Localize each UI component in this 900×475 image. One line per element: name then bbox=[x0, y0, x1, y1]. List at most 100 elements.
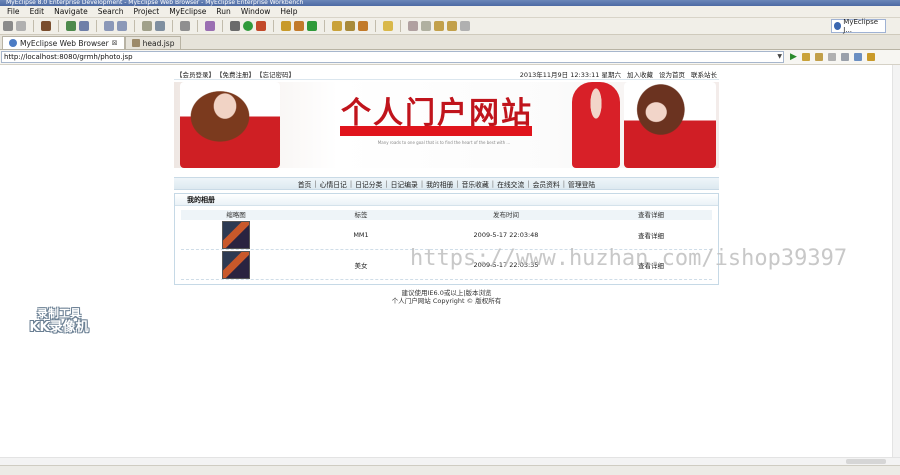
contact-link[interactable]: 联系站长 bbox=[691, 69, 717, 79]
toolbar-separator bbox=[273, 20, 274, 32]
edit-icon[interactable] bbox=[345, 21, 355, 31]
nav-music[interactable]: 音乐收藏 bbox=[462, 179, 489, 189]
wizard-icon[interactable] bbox=[104, 21, 114, 31]
add-favorite-link[interactable]: 加入收藏 bbox=[627, 69, 653, 79]
nav-mood-diary[interactable]: 心情日记 bbox=[320, 179, 347, 189]
forward-icon[interactable] bbox=[827, 53, 836, 61]
watermark-text: https://www.huzhan.com/ishop39397 bbox=[410, 246, 848, 271]
forward-icon[interactable] bbox=[460, 21, 470, 31]
jsp-icon[interactable] bbox=[294, 21, 304, 31]
last-edit-icon[interactable] bbox=[434, 21, 444, 31]
nav-chat[interactable]: 在线交流 bbox=[497, 179, 524, 189]
nav-member-info[interactable]: 会员资料 bbox=[533, 179, 560, 189]
console-icon[interactable] bbox=[180, 21, 190, 31]
menu-search[interactable]: Search bbox=[93, 7, 129, 16]
refresh-icon[interactable] bbox=[853, 53, 862, 61]
menu-run[interactable]: Run bbox=[211, 7, 235, 16]
table-header: 缩略图 标签 发布时间 查看详细 bbox=[181, 210, 712, 220]
back-icon[interactable] bbox=[447, 21, 457, 31]
photo-thumbnail[interactable] bbox=[222, 250, 250, 279]
deploy-icon[interactable] bbox=[66, 21, 76, 31]
header-details: 查看详细 bbox=[638, 211, 664, 219]
view-details-link[interactable]: 查看详细 bbox=[581, 230, 721, 240]
date-text: 2013年11月9日 12:33:11 星期六 bbox=[519, 70, 621, 79]
open-resource-icon[interactable] bbox=[155, 21, 165, 31]
menu-myeclipse[interactable]: MyEclipse bbox=[164, 7, 211, 16]
close-icon[interactable]: ⊠ bbox=[112, 39, 118, 47]
tab-web-browser[interactable]: MyEclipse Web Browser ⊠ bbox=[2, 36, 125, 49]
scrollbar-thumb[interactable] bbox=[846, 459, 886, 464]
run-icon[interactable] bbox=[243, 21, 253, 31]
menu-project[interactable]: Project bbox=[129, 7, 165, 16]
toolbar-separator bbox=[222, 20, 223, 32]
menu-help[interactable]: Help bbox=[275, 7, 302, 16]
browser-icon[interactable] bbox=[358, 21, 368, 31]
forgot-password-link[interactable]: 【忘记密码】 bbox=[256, 69, 295, 79]
menu-navigate[interactable]: Navigate bbox=[49, 7, 93, 16]
recorder-line-2: KK录像机 bbox=[29, 320, 89, 335]
toolbar-separator bbox=[33, 20, 34, 32]
perspective-switcher[interactable]: MyEclipse J... bbox=[831, 18, 886, 34]
nav-diary-record[interactable]: 日记编录 bbox=[391, 179, 418, 189]
recorder-logo: 录制工具 KK录像机 bbox=[18, 307, 100, 335]
bookmark-icon[interactable] bbox=[801, 53, 810, 61]
new-wizard-icon[interactable] bbox=[205, 21, 215, 31]
horizontal-scrollbar[interactable] bbox=[0, 457, 900, 465]
web-project-icon[interactable] bbox=[281, 21, 291, 31]
member-login-link[interactable]: 【会员登录】 bbox=[176, 69, 215, 79]
menu-edit[interactable]: Edit bbox=[25, 7, 50, 16]
site-banner: 个人门户网站 Many roads to one goal that is to… bbox=[174, 82, 719, 168]
nav-separator: | bbox=[314, 179, 317, 188]
nav-my-album[interactable]: 我的相册 bbox=[426, 179, 453, 189]
banner-photo-left bbox=[180, 82, 280, 168]
toolbar-separator bbox=[134, 20, 135, 32]
tab-label: head.jsp bbox=[142, 38, 175, 48]
new-icon[interactable] bbox=[3, 21, 13, 31]
debug-icon[interactable] bbox=[230, 21, 240, 31]
perspective-icon bbox=[834, 22, 842, 30]
go-icon[interactable]: ▶ bbox=[790, 52, 797, 62]
thumbnail-cell bbox=[181, 250, 291, 279]
chevron-down-icon[interactable]: ▼ bbox=[777, 52, 782, 62]
vertical-scrollbar[interactable] bbox=[892, 65, 900, 465]
nav-separator: | bbox=[527, 179, 530, 188]
toolbar-separator bbox=[58, 20, 59, 32]
album-panel: 我的相册 缩略图 标签 发布时间 查看详细 MM1 2009-5-17 22:0… bbox=[174, 193, 719, 285]
menu-window[interactable]: Window bbox=[236, 7, 276, 16]
label-cell: MM1 bbox=[353, 230, 369, 239]
home-icon[interactable] bbox=[866, 53, 875, 61]
folder-icon[interactable] bbox=[332, 21, 342, 31]
site-nav: 首页 | 心情日记 | 日记分类 | 日记编录 | 我的相册 | 音乐收藏 | 在线交流 | … bbox=[174, 177, 719, 190]
thumbnail-cell bbox=[181, 220, 291, 249]
editor-tab-bar: MyEclipse Web Browser ⊠ head.jsp bbox=[0, 35, 900, 50]
next-annotation-icon[interactable] bbox=[421, 21, 431, 31]
nav-diary-category[interactable]: 日记分类 bbox=[355, 179, 382, 189]
header-time: 发布时间 bbox=[493, 211, 519, 219]
nav-separator: | bbox=[491, 179, 495, 188]
set-homepage-link[interactable]: 设为首页 bbox=[659, 69, 685, 79]
header-label: 标签 bbox=[354, 211, 368, 219]
status-bar bbox=[0, 465, 900, 475]
green-icon[interactable] bbox=[307, 21, 317, 31]
save-icon[interactable] bbox=[16, 21, 26, 31]
header-thumbnail: 缩略图 bbox=[226, 211, 246, 219]
back-icon[interactable] bbox=[814, 53, 823, 61]
toolbar-separator bbox=[400, 20, 401, 32]
url-input[interactable]: http://localhost:8080/grmh/photo.jsp ▼ bbox=[1, 51, 784, 63]
external-tools-icon[interactable] bbox=[256, 21, 266, 31]
nav-admin-login[interactable]: 管理登陆 bbox=[568, 179, 595, 189]
banner-photo-right-2 bbox=[624, 82, 716, 168]
annotation-icon[interactable] bbox=[408, 21, 418, 31]
wizard2-icon[interactable] bbox=[117, 21, 127, 31]
nav-home[interactable]: 首页 bbox=[298, 179, 312, 189]
free-register-link[interactable]: 【免费注册】 bbox=[216, 69, 255, 79]
tab-head-jsp[interactable]: head.jsp bbox=[124, 36, 182, 49]
footer-line-1: 建议使用IE6.0或以上|版本浏览 bbox=[401, 289, 492, 297]
package-icon[interactable] bbox=[41, 21, 51, 31]
open-folder-icon[interactable] bbox=[383, 21, 393, 31]
open-type-icon[interactable] bbox=[142, 21, 152, 31]
menu-file[interactable]: File bbox=[2, 7, 25, 16]
stop-icon[interactable] bbox=[840, 53, 849, 61]
server-icon[interactable] bbox=[79, 21, 89, 31]
photo-thumbnail[interactable] bbox=[222, 220, 250, 249]
